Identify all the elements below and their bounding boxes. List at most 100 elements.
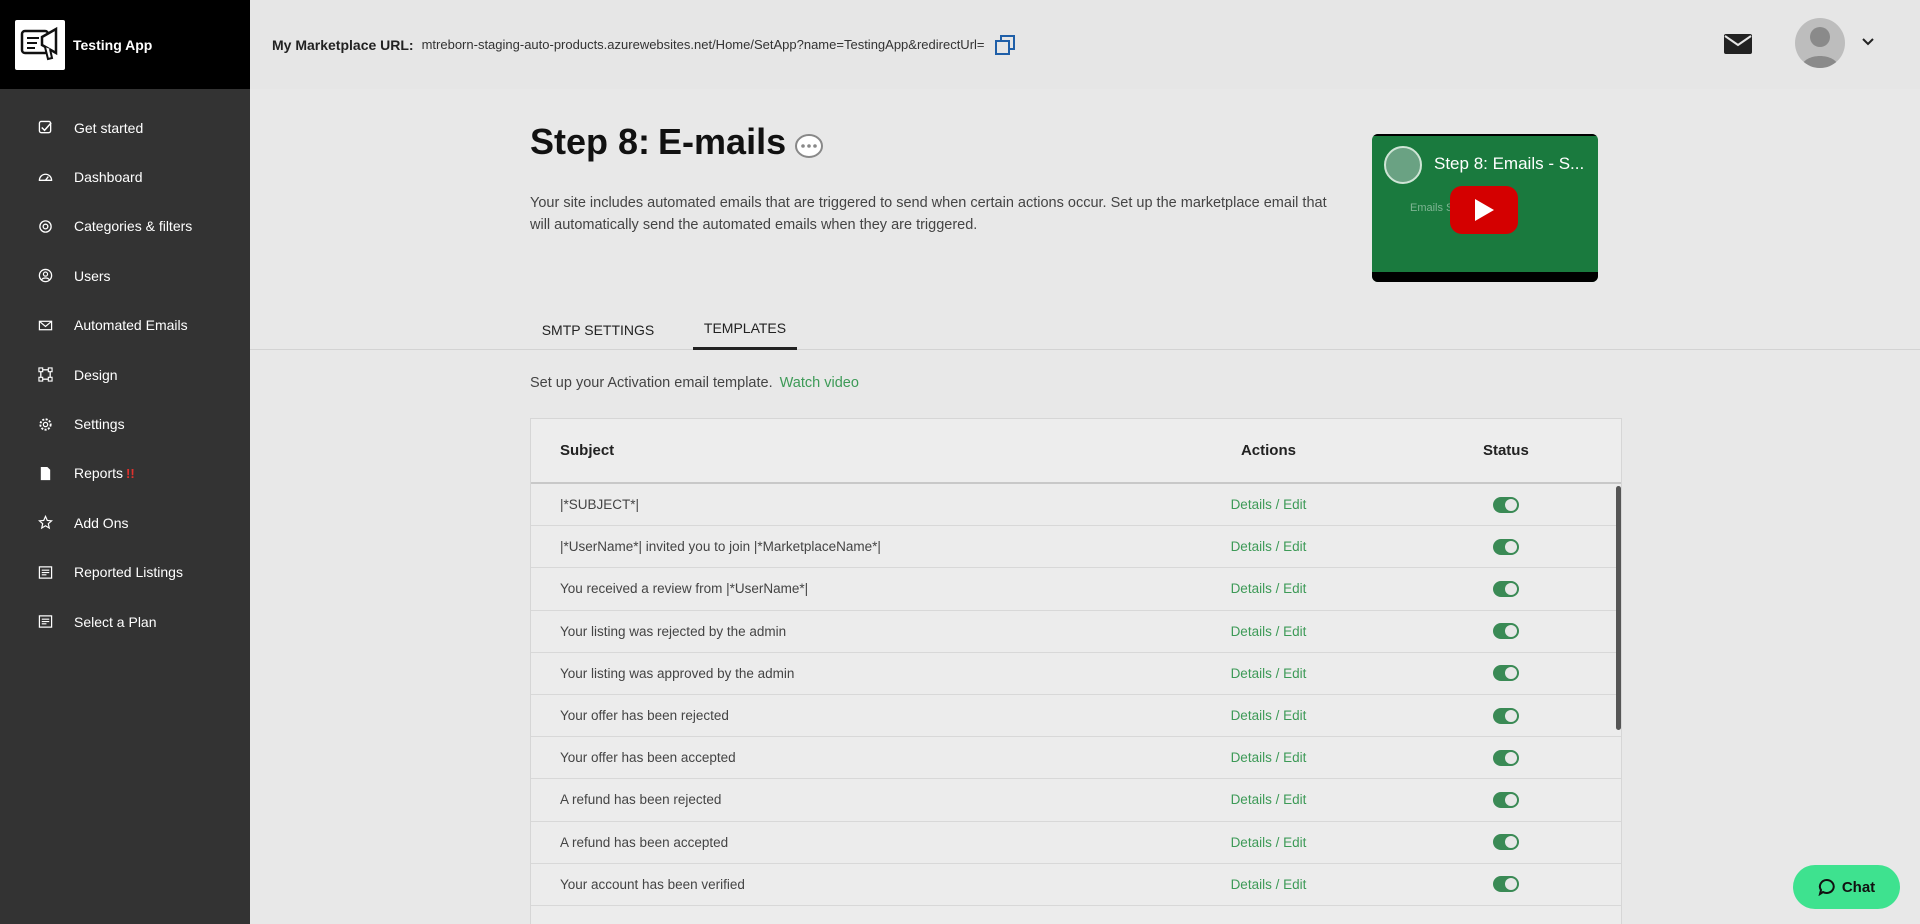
row-subject: Your offer has been accepted — [560, 750, 736, 766]
details-edit-link[interactable]: Details / Edit — [1146, 581, 1391, 596]
play-button-icon[interactable] — [1450, 186, 1518, 234]
avatar[interactable] — [1795, 18, 1845, 68]
sidebar-item-label: Reported Listings — [74, 564, 183, 581]
sidebar-item-reports[interactable]: Reports !! — [0, 449, 250, 498]
user-circle-icon — [37, 268, 53, 284]
megaphone-logo-icon — [15, 19, 65, 70]
brand[interactable]: Testing App — [0, 0, 250, 89]
main-content: Step 8: E-mails Your site includes autom… — [250, 89, 1920, 924]
copy-icon[interactable] — [993, 33, 1017, 57]
chat-label: Chat — [1841, 878, 1876, 896]
table-header: Subject Actions Status — [531, 419, 1621, 484]
email-tabs: SMTP SETTINGS TEMPLATES — [250, 309, 1920, 350]
star-icon — [37, 515, 53, 531]
marketplace-url-label: My Marketplace URL: — [272, 36, 414, 53]
status-toggle[interactable] — [1492, 749, 1519, 766]
sidebar-item-label: Add Ons — [74, 514, 129, 531]
table-row: Your listing was approved by the admin De… — [531, 653, 1621, 695]
chevron-down-icon[interactable] — [1860, 34, 1876, 50]
row-subject: Your account has been verified — [560, 876, 745, 892]
chat-bubble-icon[interactable] — [794, 128, 824, 158]
mail-icon[interactable] — [1724, 34, 1752, 54]
checkbox-icon — [37, 120, 53, 136]
document-icon — [37, 465, 53, 481]
tab-smtp-settings[interactable]: SMTP SETTINGS — [530, 309, 666, 350]
chat-button[interactable]: Chat — [1793, 865, 1900, 909]
video-thumbnail[interactable]: Step 8: Emails - S... Emails Settings — [1372, 134, 1598, 282]
page-title-text: E-mails — [658, 121, 787, 162]
details-edit-link[interactable]: Details / Edit — [1146, 666, 1391, 681]
status-toggle[interactable] — [1492, 876, 1519, 893]
status-toggle[interactable] — [1492, 791, 1519, 808]
status-toggle[interactable] — [1492, 834, 1519, 851]
sidebar-item-label: Select a Plan — [74, 613, 157, 630]
row-subject: |*SUBJECT*| — [560, 497, 640, 513]
column-header-subject[interactable]: Subject — [531, 442, 1146, 459]
details-edit-link[interactable]: Details / Edit — [1146, 708, 1391, 723]
tab-templates[interactable]: TEMPLATES — [693, 309, 797, 350]
channel-logo-icon — [1384, 146, 1422, 184]
details-edit-link[interactable]: Details / Edit — [1146, 497, 1391, 512]
sidebar-item-label: Settings — [74, 416, 125, 433]
status-toggle[interactable] — [1492, 496, 1519, 513]
sidebar-item-add-ons[interactable]: Add Ons — [0, 498, 250, 547]
sidebar-item-dashboard[interactable]: Dashboard — [0, 152, 250, 201]
sidebar-item-label: Reports — [74, 465, 124, 482]
status-toggle[interactable] — [1492, 707, 1519, 724]
sidebar-item-users[interactable]: Users — [0, 251, 250, 300]
sidebar-item-settings[interactable]: Settings — [0, 399, 250, 448]
setup-text-label: Set up your Activation email template. — [530, 375, 773, 391]
table-scrollbar[interactable] — [1616, 486, 1621, 730]
details-edit-link[interactable]: Details / Edit — [1146, 792, 1391, 807]
status-toggle[interactable] — [1492, 623, 1519, 640]
gear-icon — [37, 416, 53, 432]
details-edit-link[interactable]: Details / Edit — [1146, 624, 1391, 639]
details-edit-link[interactable]: Details / Edit — [1146, 750, 1391, 765]
row-subject: Your offer has been rejected — [560, 708, 729, 724]
setup-text: Set up your Activation email template. W… — [530, 375, 859, 391]
app-name: Testing App — [73, 36, 153, 53]
sidebar-item-categories[interactable]: Categories & filters — [0, 202, 250, 251]
sidebar-item-reported-listings[interactable]: Reported Listings — [0, 548, 250, 597]
table-row: Your offer has been rejected Details / Ed… — [531, 695, 1621, 738]
status-toggle[interactable] — [1492, 665, 1519, 682]
table-body: |*SUBJECT*| Details / Edit |*UserName*| i… — [531, 484, 1621, 906]
details-edit-link[interactable]: Details / Edit — [1146, 877, 1391, 892]
watch-video-link[interactable]: Watch video — [780, 375, 859, 391]
sidebar-item-design[interactable]: Design — [0, 350, 250, 399]
table-row: |*UserName*| invited you to join |*Marke… — [531, 526, 1621, 569]
sidebar-item-automated-emails[interactable]: Automated Emails — [0, 301, 250, 350]
details-edit-link[interactable]: Details / Edit — [1146, 835, 1391, 850]
gauge-icon — [37, 169, 53, 185]
row-subject: Your listing was rejected by the admin — [560, 623, 787, 639]
sidebar-item-get-started[interactable]: Get started — [0, 103, 250, 152]
row-subject: Your listing was approved by the admin — [560, 665, 795, 681]
sidebar-nav: Get started Dashboard Categories & filte… — [0, 89, 250, 646]
design-frame-icon — [37, 367, 53, 383]
table-row: You received a review from |*UserName*| D… — [531, 568, 1621, 611]
templates-table: Subject Actions Status |*SUBJECT*| Detail… — [530, 418, 1622, 924]
table-row: A refund has been accepted Details / Edit — [531, 822, 1621, 864]
table-row: A refund has been rejected Details / Edit — [531, 779, 1621, 822]
reports-alert-badge: !! — [126, 465, 135, 481]
step-label: Step 8: — [530, 121, 651, 162]
marketplace-url-value: mtreborn-staging-auto-products.azurewebs… — [421, 37, 985, 52]
row-subject: You received a review from |*UserName*| — [560, 581, 809, 597]
target-icon — [37, 218, 53, 234]
row-subject: |*UserName*| invited you to join |*Marke… — [560, 539, 881, 555]
list-icon — [37, 564, 53, 580]
sidebar-item-label: Automated Emails — [74, 317, 188, 334]
sidebar-item-label: Users — [74, 267, 111, 284]
sidebar-item-label: Design — [74, 366, 118, 383]
intro-text: Your site includes automated emails that… — [530, 195, 1327, 233]
sidebar-item-select-plan[interactable]: Select a Plan — [0, 597, 250, 646]
table-row: |*SUBJECT*| Details / Edit — [531, 484, 1621, 527]
chat-icon — [1818, 878, 1835, 896]
sidebar-item-label: Dashboard — [74, 169, 143, 186]
column-header-status: Status — [1482, 442, 1529, 459]
sidebar: Testing App Get started Dashboard Catego… — [0, 0, 250, 924]
status-toggle[interactable] — [1492, 580, 1519, 597]
status-toggle[interactable] — [1492, 538, 1519, 555]
details-edit-link[interactable]: Details / Edit — [1146, 539, 1391, 554]
page-title: Step 8: E-mails — [530, 121, 824, 163]
